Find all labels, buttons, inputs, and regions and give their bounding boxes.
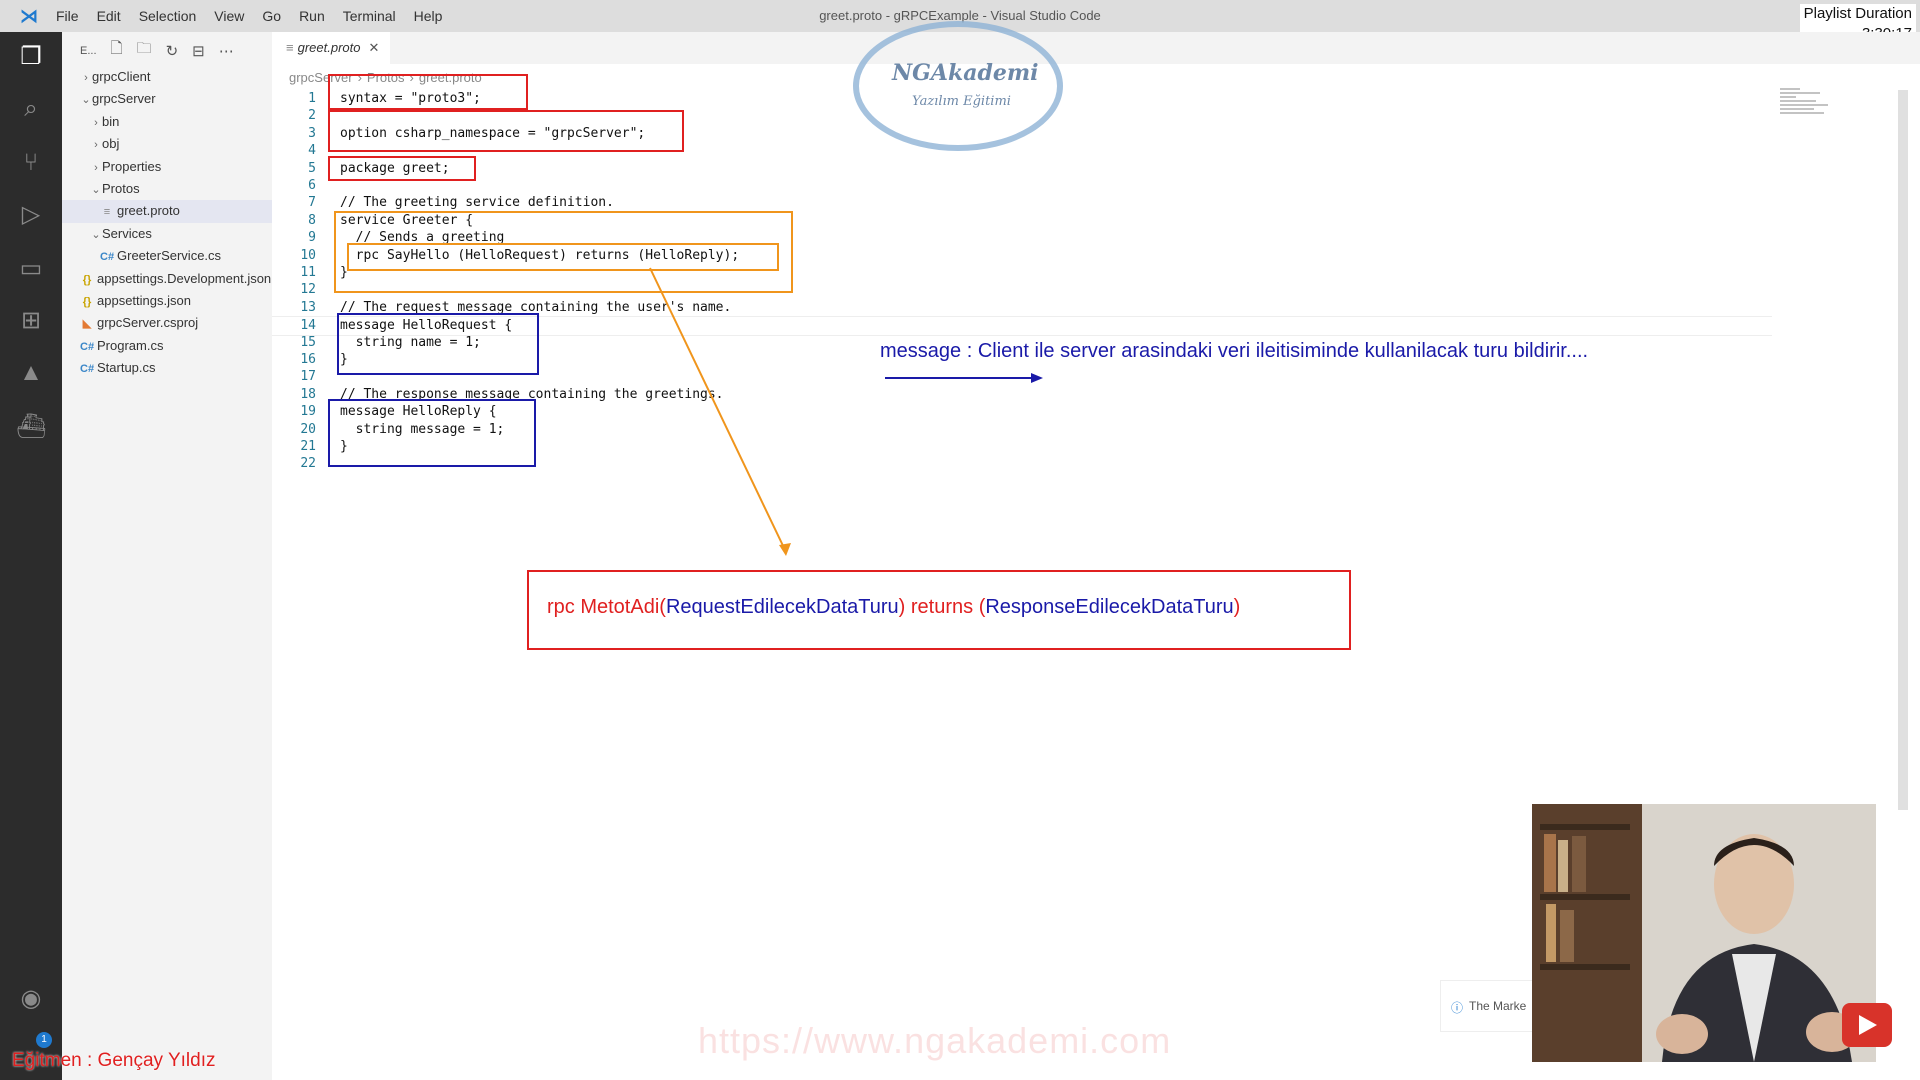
rpc-paren: ( [659,596,666,618]
editor-scrollbar[interactable] [1898,90,1908,810]
youtube-play-button[interactable] [1842,1003,1892,1047]
logo-subtitle: Yazılım Eğitimi [912,94,1011,109]
message-note-arrow [885,373,1043,383]
rpc-request-type: RequestEdilecekDataTuru [665,596,899,618]
rpc-syntax-box: rpc MetotAdi(RequestEdilecekDataTuru) re… [527,570,1351,650]
rpc-response-type: ResponseEdilecekDataTuru [985,596,1234,618]
webcam-video [1532,804,1876,1062]
minimap[interactable] [1780,88,1840,138]
notification-text: The Marke [1469,999,1527,1013]
message-note: message : Client ile server arasindaki v… [880,340,1589,362]
rpc-keyword: rpc MetotAdi [547,596,660,618]
play-icon [1859,1015,1877,1035]
instructor-caption: Eğitmen : Gençay Yıldız [12,1050,216,1071]
rpc-returns: returns [905,596,979,618]
rpc-paren: ) [1233,596,1241,618]
logo-title: NGAkademi [892,60,1039,86]
notification-toast[interactable]: ⓘ The Marke [1440,980,1542,1032]
website-watermark: https://www.ngakademi.com [698,1020,1172,1061]
info-icon: ⓘ [1451,1001,1464,1015]
rpc-syntax-text: rpc MetotAdi(RequestEdilecekDataTuru) re… [547,596,1240,619]
ngakademi-logo: NGAkademi Yazılım Eğitimi [848,12,1068,152]
